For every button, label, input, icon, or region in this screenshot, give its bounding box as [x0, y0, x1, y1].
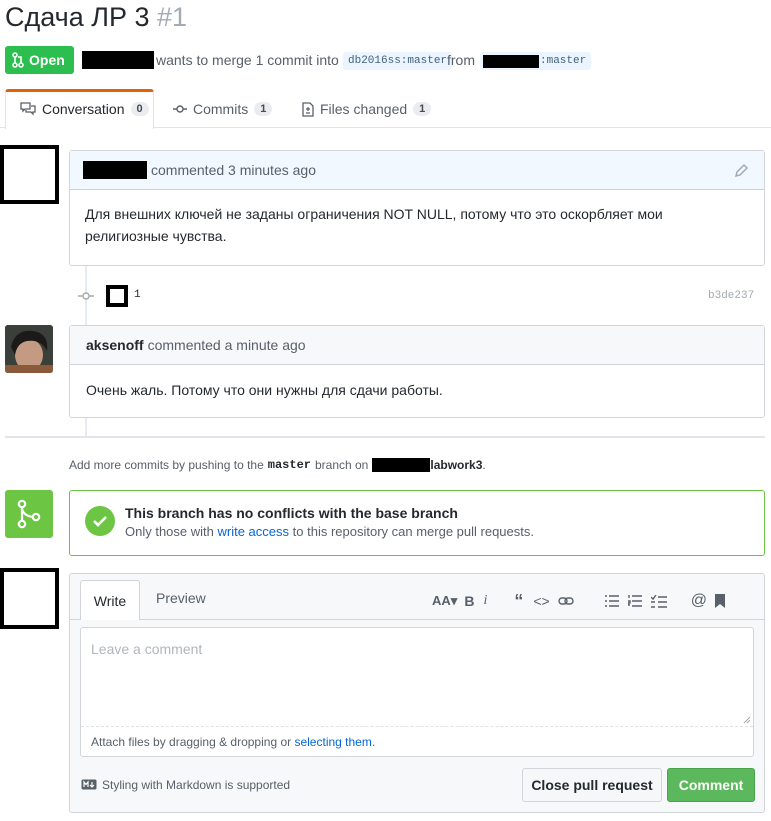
avatar[interactable] — [0, 145, 59, 204]
tab-preview[interactable]: Preview — [156, 590, 206, 606]
code-icon[interactable]: <> — [533, 593, 549, 609]
base-branch[interactable]: db2016ss:master — [343, 52, 453, 70]
commit-icon — [78, 292, 94, 300]
commit-sha[interactable]: b3de237 — [708, 290, 754, 302]
merge-desc-suffix: to this repository can merge pull reques… — [292, 524, 534, 539]
comment-box: commented 3 minutes ago Для внешних ключ… — [69, 150, 765, 266]
italic-icon[interactable]: i — [483, 593, 487, 609]
comment-placeholder: Leave a comment — [91, 641, 203, 657]
bullet-list-icon[interactable] — [604, 595, 619, 607]
push-hint-repo: labwork3 — [430, 458, 483, 472]
tab-counter: 1 — [413, 102, 432, 116]
tab-counter: 1 — [254, 102, 273, 116]
tab-label: Conversation — [42, 101, 125, 117]
comment-box: aksenoff commented a minute ago Очень жа… — [69, 325, 765, 418]
pencil-icon[interactable] — [733, 163, 749, 179]
quote-icon[interactable]: “ — [514, 591, 523, 612]
push-hint-mid: branch on — [314, 458, 369, 472]
redacted-author — [82, 51, 154, 69]
merge-status-description: Only those with write access to this rep… — [125, 524, 534, 539]
close-pull-request-button[interactable]: Close pull request — [522, 768, 662, 802]
saved-reply-icon[interactable] — [714, 594, 725, 608]
markdown-icon — [81, 779, 97, 790]
bold-icon[interactable]: B — [464, 593, 474, 609]
pull-request-icon — [12, 52, 24, 68]
head-branch-suffix: :master — [540, 55, 587, 67]
push-hint: Add more commits by pushing to the maste… — [69, 458, 486, 472]
comment-textarea[interactable]: Leave a comment Attach files by dragging… — [80, 627, 754, 757]
push-hint-branch: master — [267, 458, 311, 472]
tab-commits[interactable]: Commits 1 — [173, 101, 273, 117]
user-photo-icon — [5, 325, 53, 373]
attach-prefix: Attach files by dragging & dropping or — [91, 735, 292, 749]
comment-header: aksenoff commented a minute ago — [70, 326, 764, 365]
numbered-list-icon[interactable] — [627, 594, 642, 608]
avatar[interactable] — [0, 568, 59, 629]
header-icon[interactable]: AA▾ — [432, 593, 457, 609]
attach-suffix: . — [371, 735, 376, 749]
redacted-head-owner — [483, 55, 539, 68]
markdown-toolbar: AA▾ B i “ <> @ — [432, 591, 725, 612]
comment-discussion-icon — [20, 102, 36, 116]
commit-avatar[interactable] — [106, 285, 128, 307]
composer-tab-divider — [70, 619, 764, 620]
redacted-author — [83, 161, 147, 179]
push-hint-prefix: Add more commits by pushing to the — [69, 458, 264, 472]
markdown-support-link[interactable]: Styling with Markdown is supported — [102, 778, 290, 792]
tab-write[interactable]: Write — [80, 580, 140, 620]
comment-body: Для внешних ключей не заданы ограничения… — [85, 206, 663, 244]
git-merge-icon — [17, 499, 41, 529]
timeline-line — [85, 418, 87, 436]
link-icon[interactable] — [557, 596, 574, 606]
comment-timestamp[interactable]: commented 3 minutes ago — [151, 162, 316, 178]
commit-icon — [173, 105, 187, 113]
comment-button[interactable]: Comment — [667, 768, 755, 802]
push-hint-suffix: . — [482, 458, 486, 472]
comment-body: Очень жаль. Потому что они нужны для сда… — [86, 382, 443, 398]
selecting-them-link[interactable]: selecting them — [294, 735, 371, 749]
drop-zone-divider — [81, 726, 753, 727]
comment-author[interactable]: aksenoff — [86, 337, 144, 353]
merge-status-title: This branch has no conflicts with the ba… — [125, 505, 458, 521]
comment-header: commented 3 minutes ago — [70, 151, 764, 190]
timeline-divider — [5, 436, 765, 438]
avatar[interactable] — [5, 325, 53, 373]
file-diff-icon — [302, 101, 314, 117]
merge-status-icon-box — [5, 490, 53, 538]
task-list-icon[interactable] — [650, 594, 667, 608]
tab-files-changed[interactable]: Files changed 1 — [302, 101, 432, 117]
page-title: Сдача ЛР 3 #1 — [5, 2, 187, 33]
merge-status-box — [69, 490, 765, 556]
status-badge: Open — [5, 46, 74, 74]
tab-conversation-content[interactable]: Conversation 0 — [20, 101, 149, 117]
head-branch[interactable]: :master — [480, 52, 592, 70]
status-label: Open — [29, 52, 65, 68]
commit-message[interactable]: 1 — [134, 289, 141, 301]
merge-description: wants to merge 1 commit into — [156, 52, 339, 68]
pr-number: #1 — [157, 2, 188, 32]
write-access-link[interactable]: write access — [218, 524, 290, 539]
check-icon — [85, 506, 115, 536]
attach-files-hint[interactable]: Attach files by dragging & dropping or s… — [91, 735, 375, 749]
pr-title: Сдача ЛР 3 — [5, 2, 150, 32]
mention-icon[interactable]: @ — [691, 592, 707, 610]
redacted-owner — [372, 458, 431, 472]
resize-handle-icon[interactable] — [743, 716, 751, 724]
tab-counter: 0 — [130, 102, 149, 116]
tab-label: Files changed — [320, 101, 408, 117]
tab-label: Commits — [193, 101, 249, 117]
from-text: from — [447, 52, 475, 68]
comment-timestamp[interactable]: commented a minute ago — [148, 337, 306, 353]
merge-desc-prefix: Only those with — [125, 524, 214, 539]
